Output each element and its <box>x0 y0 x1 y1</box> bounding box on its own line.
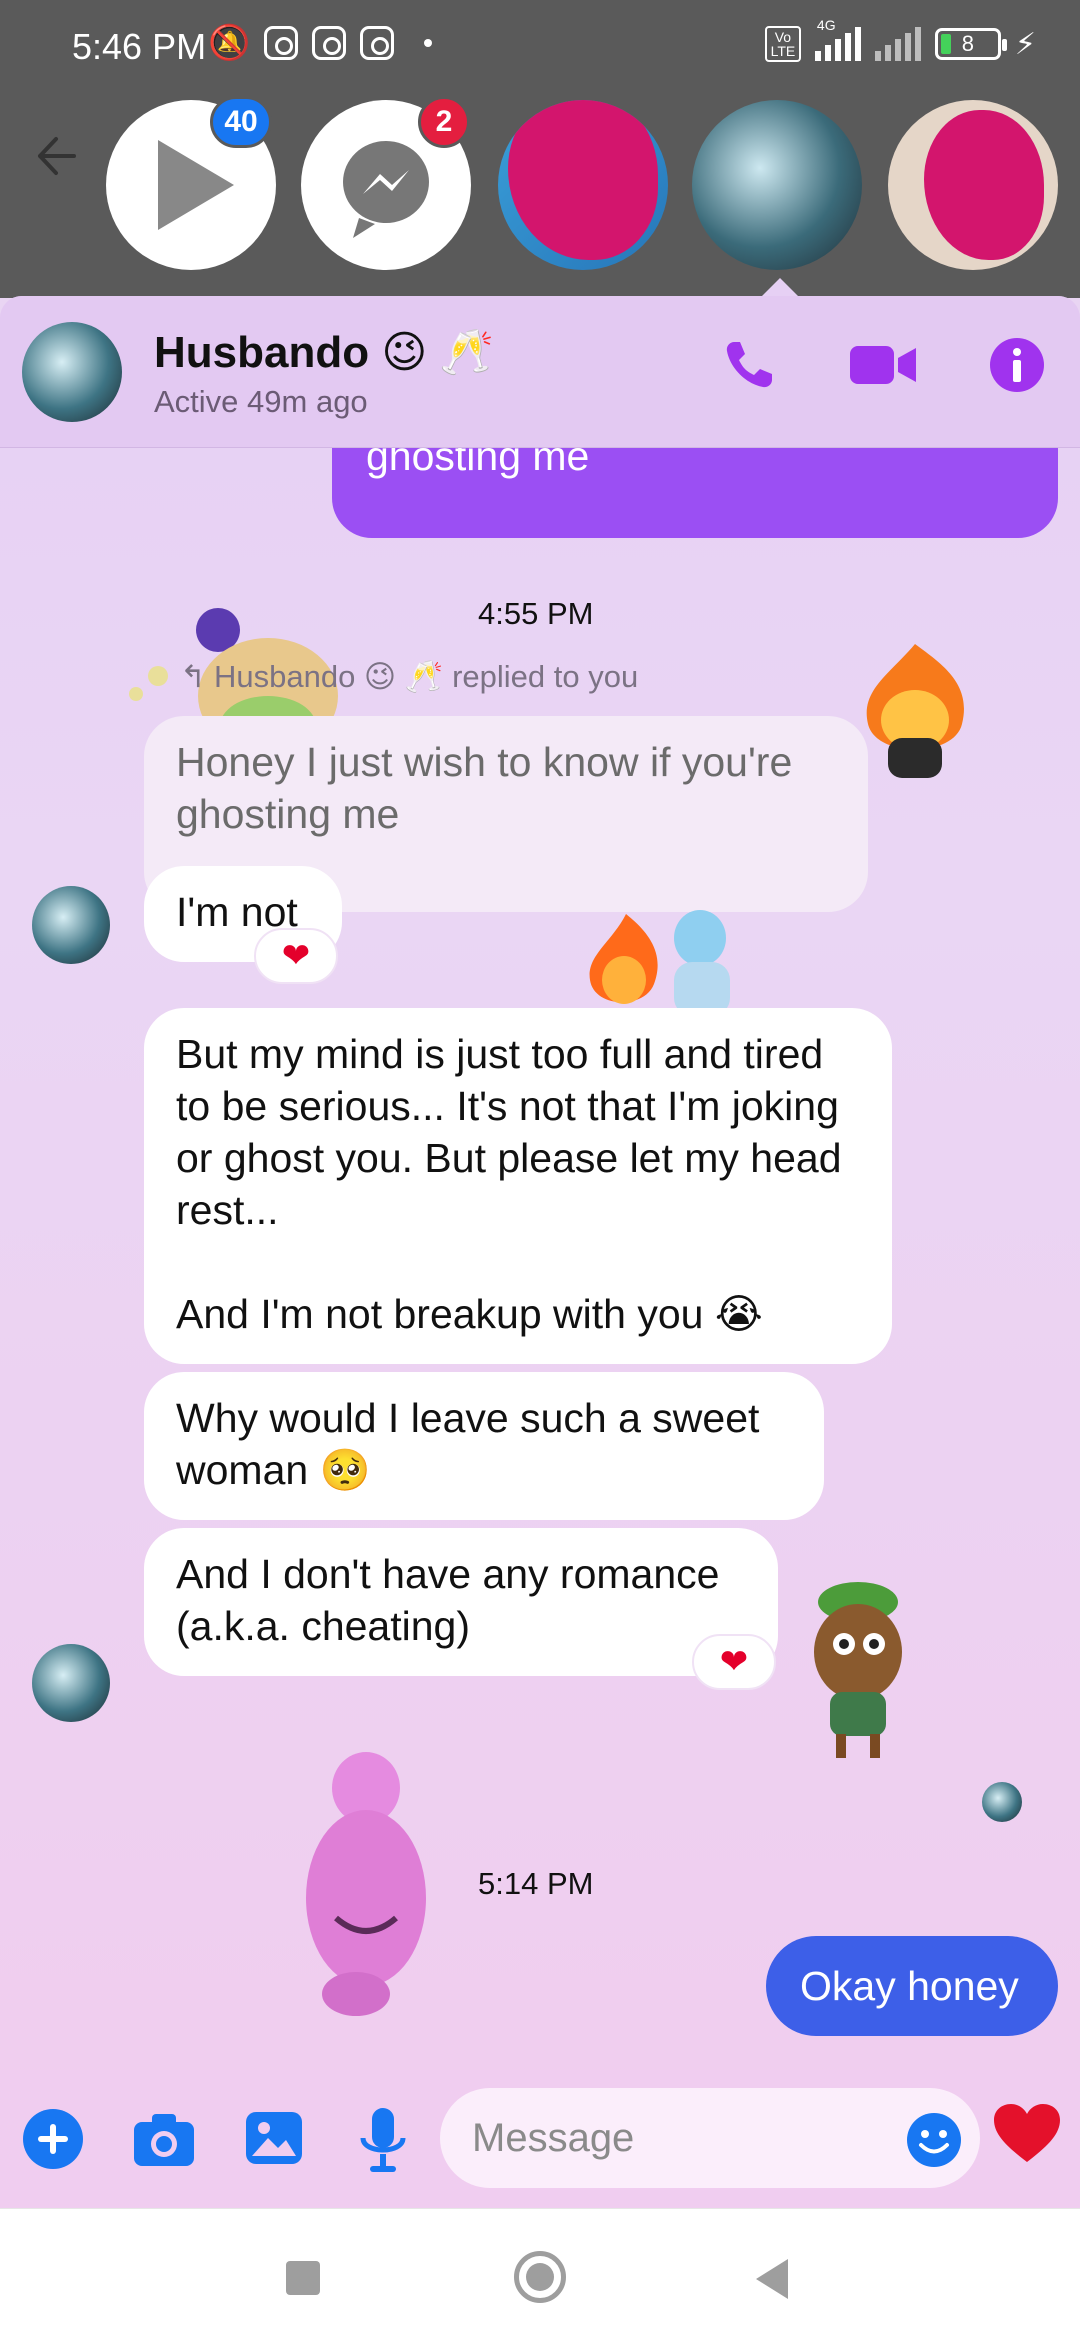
message-composer <box>0 2070 1080 2208</box>
heart-icon[interactable] <box>992 2102 1062 2166</box>
video-camera-icon[interactable] <box>848 340 918 390</box>
header-actions <box>720 336 1046 394</box>
seen-indicator-avatar <box>982 1782 1022 1822</box>
received-message-text: Why would I leave such a sweet woman 🥺 <box>176 1395 760 1493</box>
sticker-cloud-character <box>296 1748 436 2027</box>
redaction-mark <box>924 110 1044 260</box>
volte-icon: Vo LTE <box>764 26 801 62</box>
received-message[interactable]: And I don't have any romance (a.k.a. che… <box>144 1528 778 1676</box>
back-button[interactable] <box>756 2259 788 2299</box>
contact-avatar[interactable] <box>32 886 110 964</box>
heart-icon: ❤ <box>281 937 311 975</box>
active-status: Active 49m ago <box>154 384 368 419</box>
sent-message-text: Okay honey <box>800 1963 1019 2009</box>
battery-level: 8 <box>961 31 975 56</box>
messenger-bubble-badge: 2 <box>418 96 470 148</box>
instagram-icon <box>360 26 395 60</box>
received-message[interactable]: Why would I leave such a sweet woman 🥺 <box>144 1372 824 1520</box>
camera-icon[interactable] <box>132 2108 196 2170</box>
signal-2-icon <box>874 27 921 61</box>
timestamp: 5:14 PM <box>478 1866 594 1901</box>
reply-note: ↰ Husbando 😉 🥂 replied to you <box>180 658 638 695</box>
gallery-icon[interactable] <box>244 2108 304 2168</box>
instagram-icon <box>312 26 347 60</box>
message-list: Honey I just wish to know if you're ghos… <box>0 296 1080 2070</box>
contact-name[interactable]: Husbando 😉 🥂 <box>154 326 494 378</box>
active-head-pointer <box>762 278 798 296</box>
emoji-icon[interactable] <box>906 2112 962 2168</box>
sent-message[interactable]: Okay honey <box>766 1936 1058 2036</box>
recents-button[interactable] <box>286 2261 320 2295</box>
instagram-icon <box>264 26 299 60</box>
chat-heads-bar: 40 2 <box>0 96 1080 298</box>
system-icons: Vo LTE 4G 8 ⚡ <box>764 17 1036 62</box>
chat-head-5[interactable] <box>888 100 1058 270</box>
phone-icon[interactable] <box>720 336 778 394</box>
sticker-ember-wade <box>580 908 780 1021</box>
video-bubble-badge: 40 <box>210 96 272 148</box>
heart-reaction[interactable]: ❤ <box>692 1634 776 1690</box>
reply-note-text: Husbando 😉 🥂 replied to you <box>213 659 639 694</box>
more-notifications-dot <box>424 39 433 47</box>
network-type: 4G <box>816 17 836 33</box>
contact-avatar[interactable] <box>22 322 122 422</box>
status-time: 5:46 PM <box>72 26 207 67</box>
quoted-message-text: Honey I just wish to know if you're ghos… <box>176 739 793 837</box>
chat-panel: Husbando 😉 🥂 Active 49m ago Honey I just… <box>0 296 1080 2208</box>
muted-bell-icon: 🔕 <box>208 24 251 62</box>
received-message-text: And I don't have any romance (a.k.a. che… <box>176 1551 720 1649</box>
redaction-mark <box>508 100 658 260</box>
system-navigation-bar <box>0 2208 1080 2340</box>
sticker-fire-character <box>850 640 980 785</box>
info-icon[interactable] <box>988 336 1046 394</box>
received-message-text: But my mind is just too full and tired t… <box>176 1031 842 1233</box>
sticker-clod-character <box>796 1572 926 1767</box>
status-bar: 5:46 PM 🔕 Vo LTE 4G 8 ⚡ <box>0 0 1080 96</box>
microphone-icon[interactable] <box>358 2108 408 2178</box>
heart-reaction[interactable]: ❤ <box>254 928 338 984</box>
notification-icons: 🔕 <box>208 24 433 62</box>
heart-icon: ❤ <box>719 1643 749 1681</box>
received-message[interactable]: But my mind is just too full and tired t… <box>144 1008 892 1364</box>
message-input[interactable] <box>472 2114 912 2162</box>
chat-head-3[interactable] <box>498 100 668 270</box>
chat-head-4-active[interactable] <box>692 100 862 270</box>
back-arrow-icon[interactable] <box>30 126 90 186</box>
battery-icon: 8 <box>934 28 1007 60</box>
home-button[interactable] <box>514 2251 566 2303</box>
signal-icon: 4G <box>814 17 861 61</box>
timestamp: 4:55 PM <box>478 596 594 631</box>
contact-avatar[interactable] <box>32 1644 110 1722</box>
received-message-text: And I'm not breakup with you 😭 <box>176 1291 763 1337</box>
message-input-wrapper <box>440 2088 980 2188</box>
reply-arrow-icon: ↰ <box>180 658 206 694</box>
charging-icon: ⚡ <box>1014 27 1036 61</box>
plus-icon[interactable] <box>22 2108 84 2170</box>
chat-header: Husbando 😉 🥂 Active 49m ago <box>0 296 1080 448</box>
